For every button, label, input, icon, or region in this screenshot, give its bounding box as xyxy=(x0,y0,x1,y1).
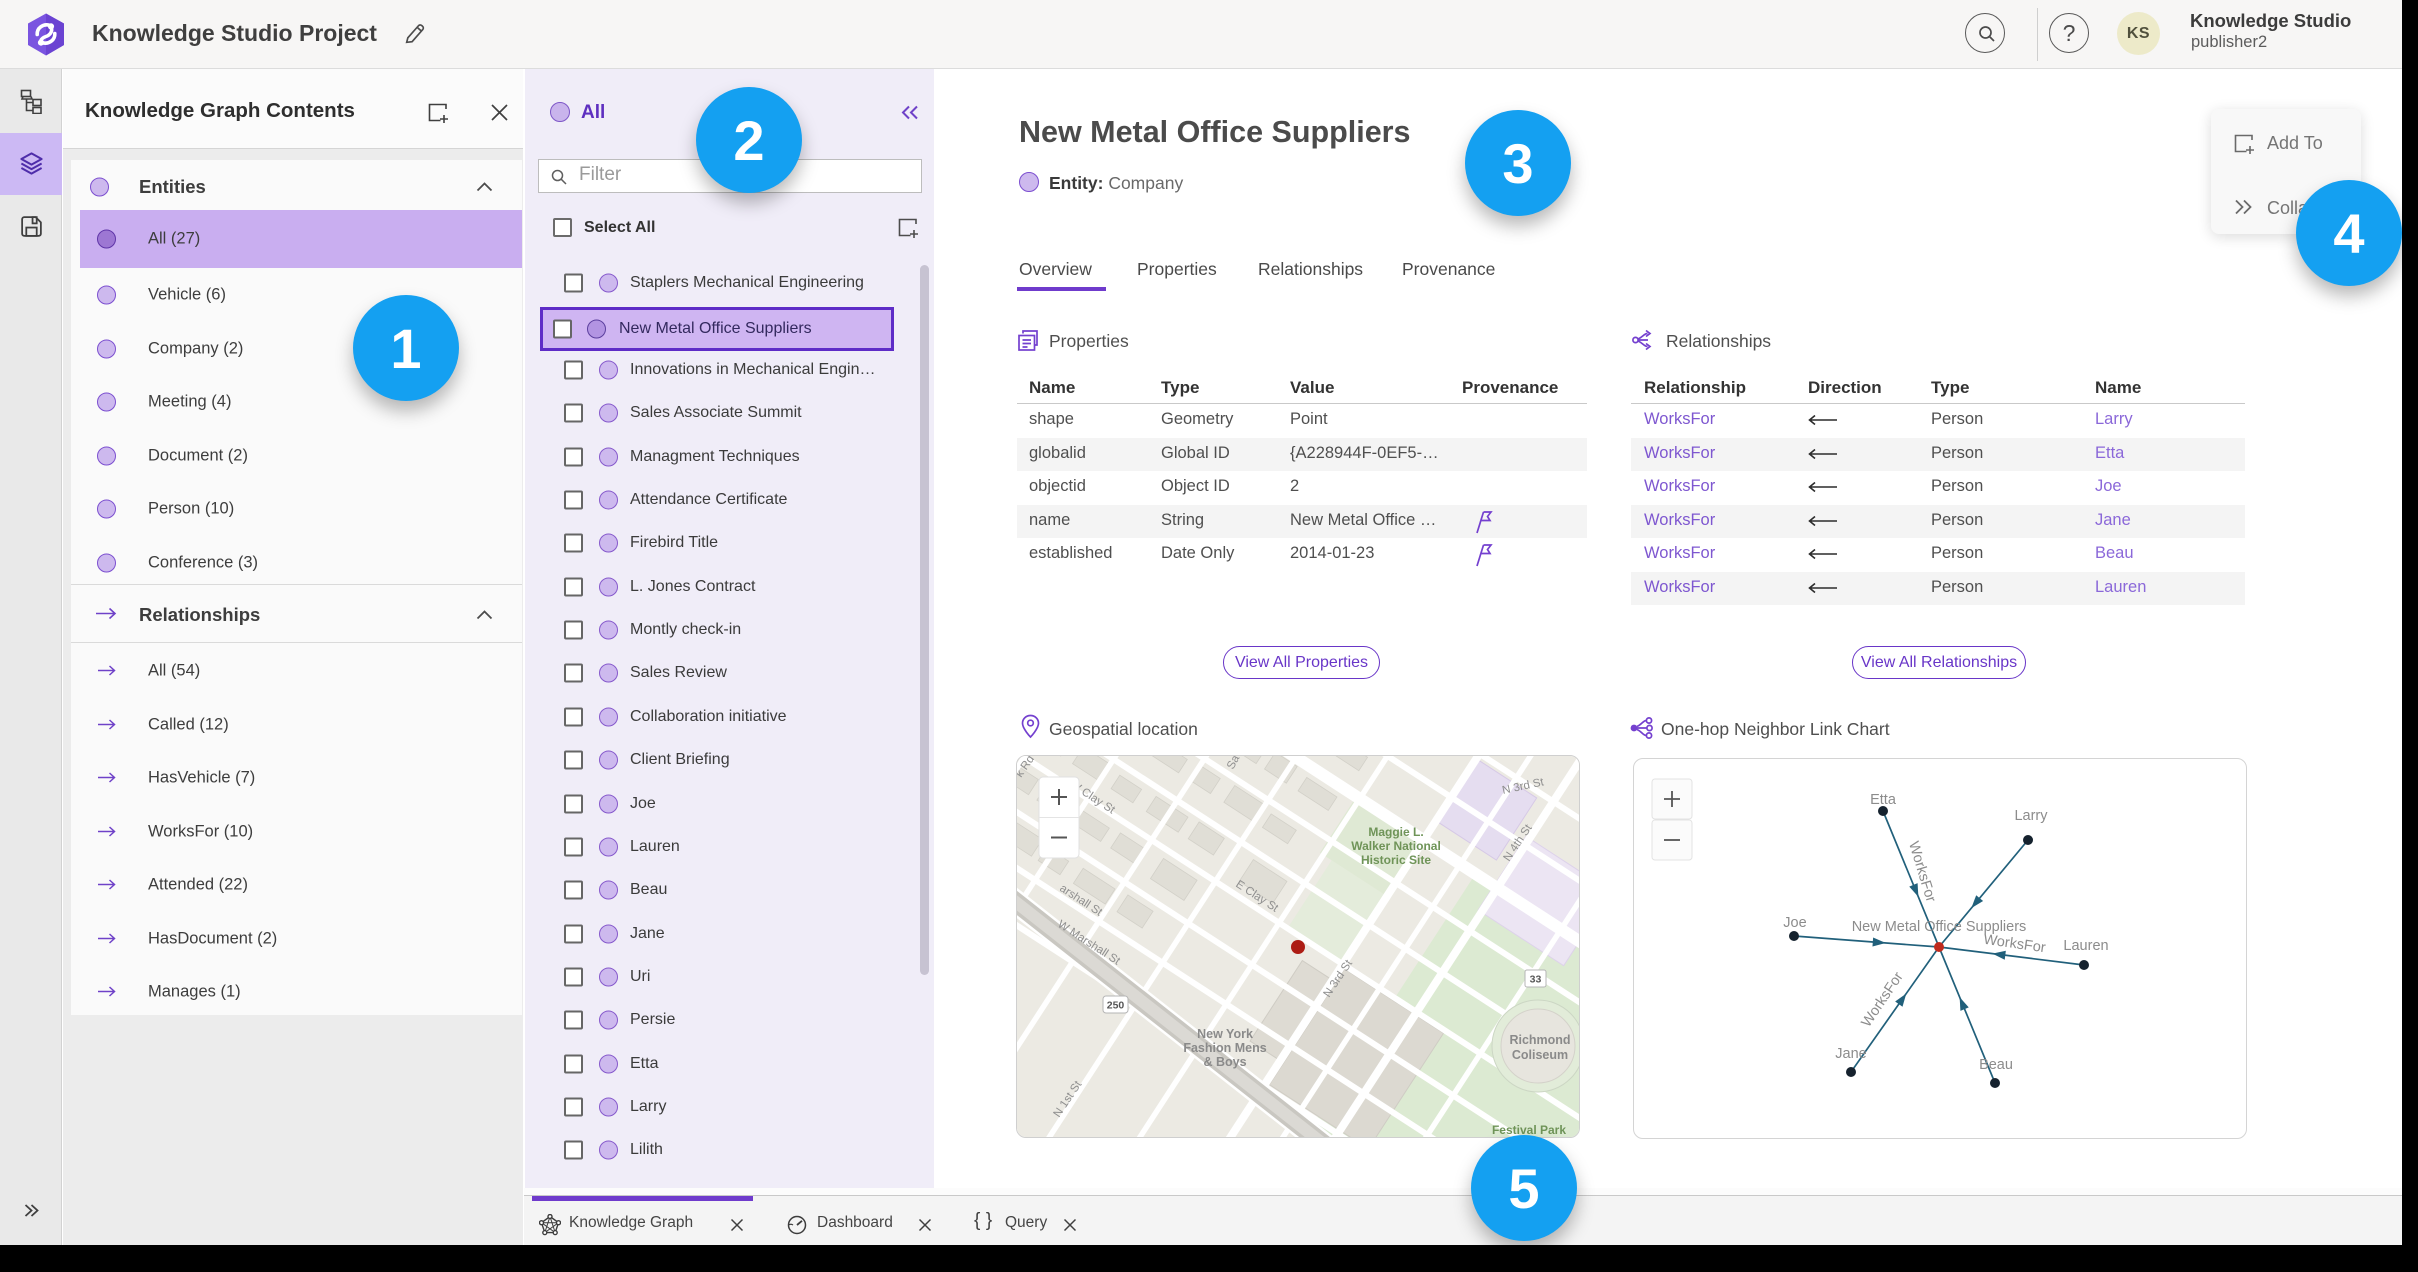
svg-text:33: 33 xyxy=(1530,974,1542,986)
svg-text:WorksFor: WorksFor xyxy=(1905,840,1939,905)
svg-text:250: 250 xyxy=(1107,1000,1125,1012)
svg-text:Maggie L.: Maggie L. xyxy=(1368,825,1423,839)
svg-text:Beau: Beau xyxy=(1979,1057,2013,1073)
svg-text:Lauren: Lauren xyxy=(2063,938,2108,954)
svg-text:Historic Site: Historic Site xyxy=(1361,853,1431,867)
svg-text:New York: New York xyxy=(1197,1027,1253,1041)
svg-text:Etta: Etta xyxy=(1870,792,1897,808)
svg-text:Joe: Joe xyxy=(1783,915,1806,931)
svg-text:Jane: Jane xyxy=(1835,1046,1866,1062)
svg-text:Coliseum: Coliseum xyxy=(1512,1048,1568,1062)
svg-text:WorksFor: WorksFor xyxy=(1982,932,2046,957)
svg-text:Walker National: Walker National xyxy=(1351,839,1441,853)
svg-text:Fashion Mens: Fashion Mens xyxy=(1183,1041,1266,1055)
svg-text:Richmond: Richmond xyxy=(1509,1033,1570,1047)
svg-text:New Metal Office Suppliers: New Metal Office Suppliers xyxy=(1852,919,2027,935)
svg-text:& Boys: & Boys xyxy=(1203,1055,1246,1069)
svg-text:Larry: Larry xyxy=(2014,808,2048,824)
